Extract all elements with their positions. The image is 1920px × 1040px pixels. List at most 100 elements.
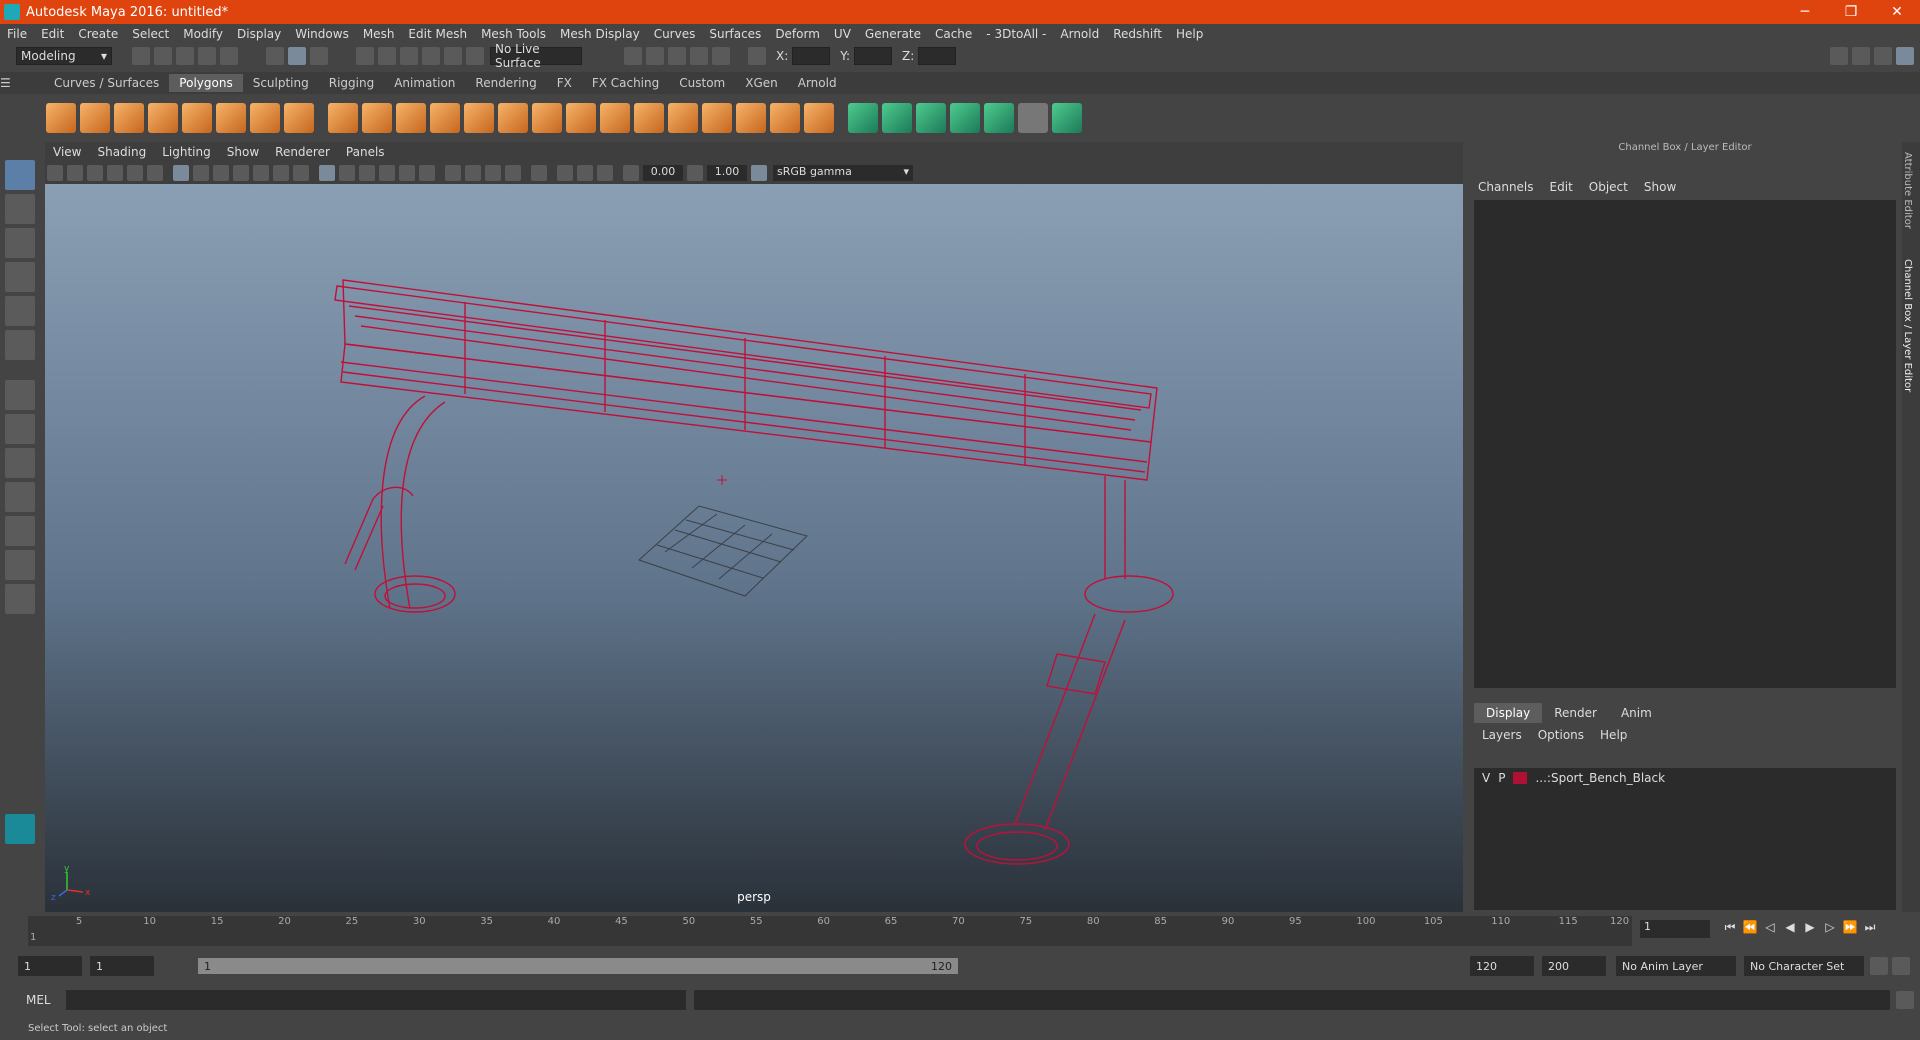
hypershade-icon[interactable] [712,47,730,65]
uv-editor-layout-icon[interactable] [5,550,35,580]
new-scene-icon[interactable] [132,47,150,65]
bevel-icon[interactable] [498,103,528,133]
offset-loop-icon[interactable] [736,103,766,133]
menu-item[interactable]: Windows [288,27,356,41]
poly-cube-icon[interactable] [80,103,110,133]
toggle-channel-box-icon[interactable] [1896,47,1914,65]
color-management-icon[interactable] [751,165,767,181]
render-frame-icon[interactable] [646,47,664,65]
current-frame-field[interactable]: 1 [1640,920,1710,938]
layer-editor-menu-item[interactable]: Options [1530,725,1592,745]
script-editor-icon[interactable] [1896,991,1914,1009]
bookmark-icon[interactable] [87,165,103,181]
channel-box-menu-item[interactable]: Channels [1470,180,1542,194]
snap-point-icon[interactable] [400,47,418,65]
channel-box-menu-item[interactable]: Show [1636,180,1684,194]
menu-item[interactable]: Surfaces [702,27,768,41]
poly-pyramid-icon[interactable] [250,103,280,133]
shadows-icon[interactable] [445,165,461,181]
gamma-field[interactable]: 1.00 [707,165,747,181]
snap-curve-icon[interactable] [378,47,396,65]
menu-item[interactable]: Help [1169,27,1210,41]
menu-item[interactable]: Arnold [1053,27,1106,41]
screen-space-ao-icon[interactable] [465,165,481,181]
z-field[interactable] [918,47,957,65]
select-tool-icon[interactable] [5,160,35,190]
menu-item[interactable]: Modify [176,27,230,41]
bridge-icon[interactable] [532,103,562,133]
wireframe-on-shaded-icon[interactable] [379,165,395,181]
layer-row[interactable]: V P ...:Sport_Bench_Black [1474,768,1896,788]
move-tool-icon[interactable] [5,262,35,292]
shelf-tab[interactable]: Polygons [169,74,243,92]
select-component-icon[interactable] [310,47,328,65]
menu-item[interactable]: Mesh Tools [474,27,553,41]
menu-item[interactable]: Redshift [1106,27,1169,41]
film-gate-icon[interactable] [193,165,209,181]
append-polygon-icon[interactable] [566,103,596,133]
viewport-menu-item[interactable]: Show [219,145,267,159]
menu-item[interactable]: Create [71,27,125,41]
color-space-dropdown[interactable]: sRGB gamma ▾ [773,165,913,181]
channel-box-menu-item[interactable]: Object [1581,180,1636,194]
safe-action-icon[interactable] [273,165,289,181]
xray-joints-icon[interactable] [577,165,593,181]
lasso-tool-icon[interactable] [5,194,35,224]
poly-plane-icon[interactable] [182,103,212,133]
layer-playback-toggle[interactable]: P [1498,771,1505,785]
step-back-icon[interactable]: ⏪ [1740,920,1760,938]
minimize-button[interactable]: ─ [1782,4,1828,20]
live-surface-field[interactable]: No Live Surface [490,42,582,70]
menu-item[interactable]: Edit [34,27,71,41]
gate-mask-icon[interactable] [233,165,249,181]
outliner-layout-icon[interactable] [5,482,35,512]
menu-item[interactable]: Curves [647,27,703,41]
menu-item[interactable]: Display [230,27,288,41]
undo-icon[interactable] [198,47,216,65]
snap-grid-icon[interactable] [356,47,374,65]
attribute-editor-tab[interactable]: Attribute Editor [1902,152,1913,229]
cylindrical-uv-icon[interactable] [882,103,912,133]
character-set-dropdown[interactable]: No Character Set [1744,956,1864,976]
end-time-field[interactable]: 200 [1542,956,1606,976]
redo-icon[interactable] [220,47,238,65]
field-chart-icon[interactable] [253,165,269,181]
x-field[interactable] [792,47,831,65]
layer-color-swatch[interactable] [1513,772,1528,784]
exposure-field[interactable]: 0.00 [643,165,683,181]
viewport-menu-item[interactable]: Shading [89,145,154,159]
select-object-icon[interactable] [288,47,306,65]
toggle-tool-settings-icon[interactable] [1874,47,1892,65]
render-settings-icon[interactable] [690,47,708,65]
channel-box-menu-item[interactable]: Edit [1542,180,1581,194]
uv-checker-icon[interactable] [1018,103,1048,133]
separate-icon[interactable] [362,103,392,133]
extrude-icon[interactable] [464,103,494,133]
animation-preferences-icon[interactable] [1892,957,1910,975]
paint-select-tool-icon[interactable] [5,228,35,258]
render-view-icon[interactable] [624,47,642,65]
menu-item[interactable]: Mesh [356,27,402,41]
start-time-field[interactable]: 1 [18,956,82,976]
menu-item[interactable]: Edit Mesh [401,27,474,41]
open-scene-icon[interactable] [154,47,172,65]
poly-cone-icon[interactable] [148,103,178,133]
smooth-icon[interactable] [430,103,460,133]
safe-title-icon[interactable] [293,165,309,181]
poly-pipe-icon[interactable] [284,103,314,133]
anim-layer-dropdown[interactable]: No Anim Layer [1616,956,1736,976]
menu-set-dropdown[interactable]: Modeling ▾ [16,47,112,65]
unfold-uv-icon[interactable] [984,103,1014,133]
automatic-uv-icon[interactable] [950,103,980,133]
select-hierarchy-icon[interactable] [266,47,284,65]
time-slider[interactable]: 1 5 10 15 20 25 30 35 40 45 50 55 60 65 70 75 80 85 90 95 10… [28,916,1632,946]
command-input[interactable] [66,990,686,1010]
gamma-icon[interactable] [687,165,703,181]
playback-start-field[interactable]: 1 [90,956,154,976]
planar-uv-icon[interactable] [848,103,878,133]
go-to-start-icon[interactable]: ⏮ [1720,920,1740,938]
menu-item[interactable]: - 3DtoAll - [979,27,1053,41]
layer-editor-menu-item[interactable]: Help [1592,725,1635,745]
layer-editor-tab[interactable]: Display [1474,703,1543,723]
shelf-tab[interactable]: FX [547,74,582,92]
